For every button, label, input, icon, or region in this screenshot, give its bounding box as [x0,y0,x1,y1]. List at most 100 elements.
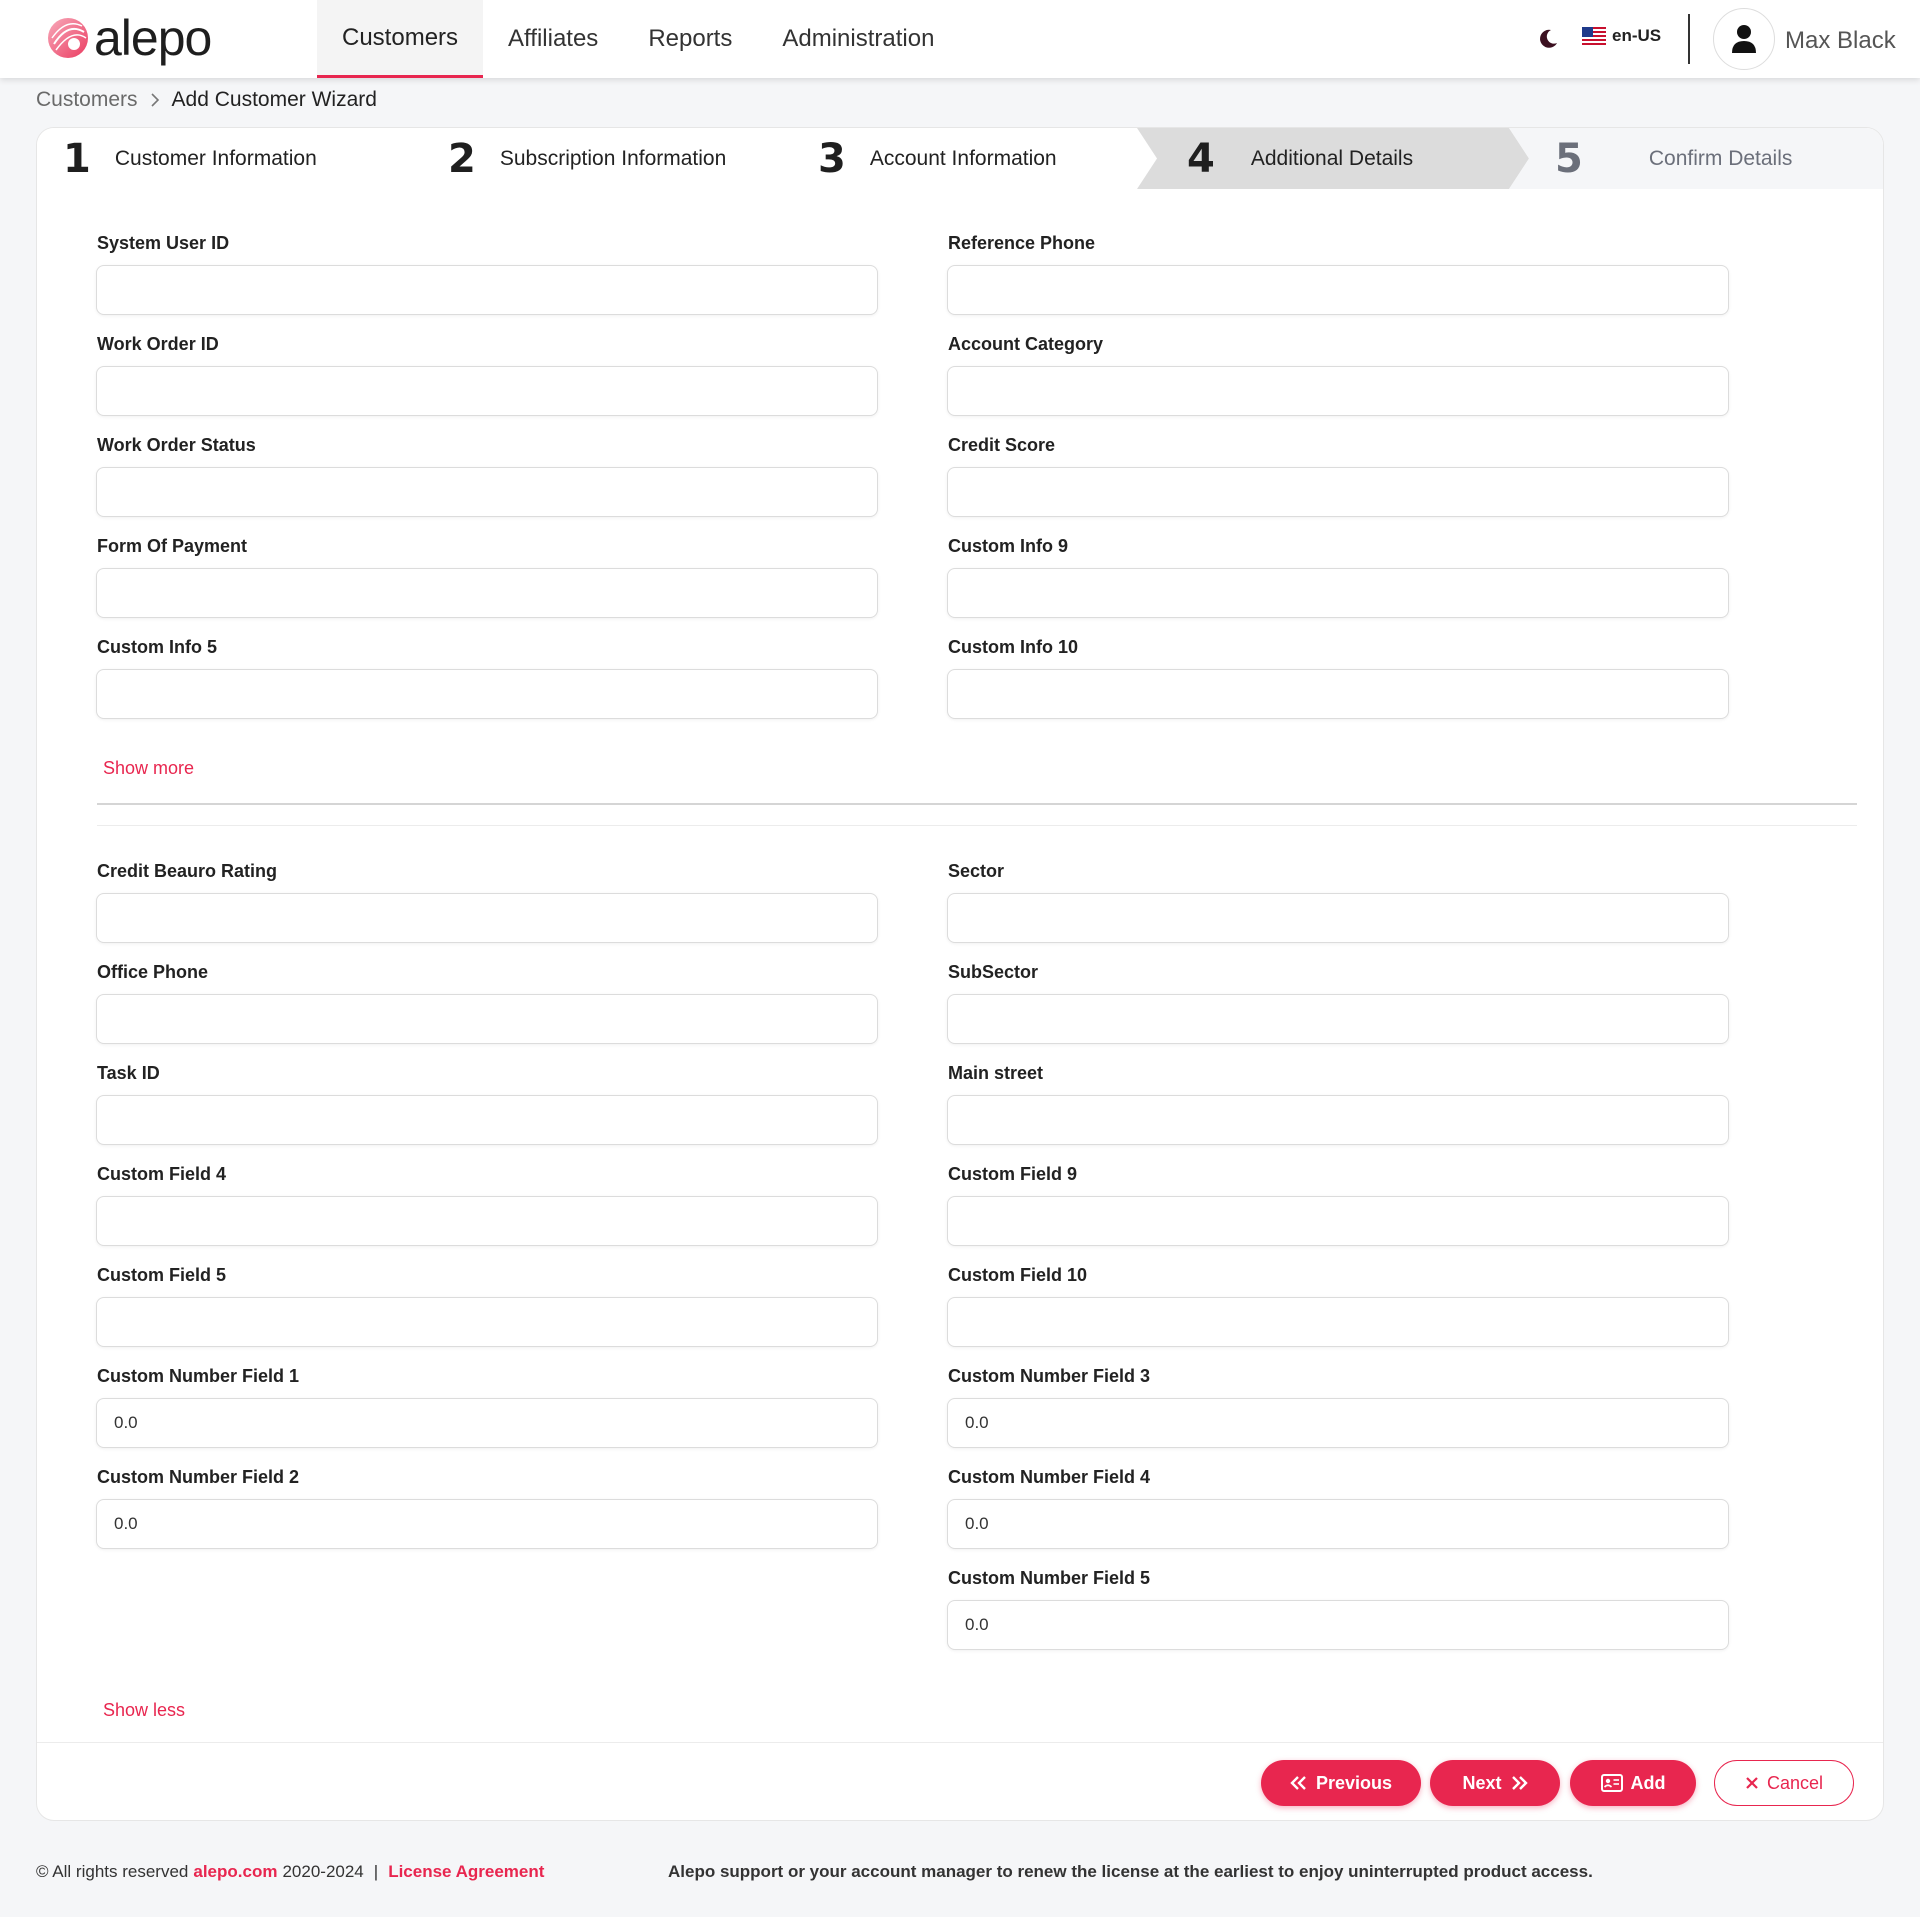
system-user-id-input[interactable] [96,265,878,315]
step-2-number: 2 [448,135,476,182]
form-of-payment-input[interactable] [96,568,878,618]
previous-button-label: Previous [1315,1772,1393,1793]
custom-info-9-input[interactable] [947,568,1729,618]
account-category-label: Account Category [948,334,1104,354]
step-4-number: 4 [1187,135,1215,182]
add-button[interactable]: Add [1570,1760,1696,1806]
double-chevron-right-icon [1511,1776,1528,1790]
custom-number-field-1-label: Custom Number Field 1 [97,1366,300,1386]
step-3-number: 3 [818,135,846,182]
chevron-right-icon [150,93,159,107]
step-1[interactable]: 1 Customer Information [63,128,317,189]
header-divider [1688,14,1690,64]
custom-info-5-label: Custom Info 5 [97,637,217,657]
language-label: en-US [1612,26,1662,45]
wizard-card: 1 Customer Information 2 Subscription In… [36,127,1884,1821]
cancel-button-label: Cancel [1766,1772,1824,1793]
nav-customers[interactable]: Customers [317,0,484,78]
main-street-label: Main street [948,1063,1044,1083]
close-icon [1746,1777,1758,1789]
show-more-link[interactable]: Show more [103,758,194,779]
custom-number-field-3-label: Custom Number Field 3 [948,1366,1151,1386]
show-less-link[interactable]: Show less [103,1700,185,1721]
step-2[interactable]: 2 Subscription Information [448,128,726,189]
cancel-button[interactable]: Cancel [1714,1760,1854,1806]
custom-number-field-2-input[interactable] [96,1499,878,1549]
sector-input[interactable] [947,893,1729,943]
custom-field-4-label: Custom Field 4 [97,1164,227,1184]
office-phone-label: Office Phone [97,962,209,982]
step-1-number: 1 [63,135,91,182]
custom-number-field-3-input[interactable] [947,1398,1729,1448]
custom-field-5-label: Custom Field 5 [97,1265,227,1285]
subsector-input[interactable] [947,994,1729,1044]
user-icon [1732,25,1756,53]
actions-divider [37,1742,1883,1743]
custom-number-field-2-label: Custom Number Field 2 [97,1467,300,1487]
step-4-label: Additional Details [1250,146,1414,170]
reference-phone-input[interactable] [947,265,1729,315]
logo-mark [48,18,88,58]
work-order-id-label: Work Order ID [97,334,219,354]
footer-years: 2020-2024 [282,1862,364,1881]
next-button[interactable]: Next [1430,1760,1560,1806]
section-divider [97,803,1857,805]
reference-phone-label: Reference Phone [948,233,1096,253]
logo-text: alepo [94,10,212,66]
footer-separator: | [373,1862,379,1881]
nav-affiliates[interactable]: Affiliates [483,0,623,78]
step-5[interactable]: 5 Confirm Details [1555,128,1792,189]
credit-beauro-rating-label: Credit Beauro Rating [97,861,278,881]
step-4-current[interactable]: 4 Additional Details [1187,128,1413,189]
custom-number-field-4-label: Custom Number Field 4 [948,1467,1151,1487]
custom-number-field-5-input[interactable] [947,1600,1729,1650]
system-user-id-label: System User ID [97,233,230,253]
breadcrumb-customers[interactable]: Customers [36,88,138,112]
license-agreement-link[interactable]: License Agreement [388,1862,544,1882]
custom-field-4-input[interactable] [96,1196,878,1246]
task-id-input[interactable] [96,1095,878,1145]
footer-site-link[interactable]: alepo.com [193,1862,277,1882]
custom-info-10-input[interactable] [947,669,1729,719]
account-category-input[interactable] [947,366,1729,416]
custom-info-10-label: Custom Info 10 [948,637,1079,657]
step-1-label: Customer Information [114,146,317,170]
credit-score-input[interactable] [947,467,1729,517]
license-message: Alepo support or your account manager to… [668,1862,1593,1881]
task-id-label: Task ID [97,1063,160,1083]
user-name[interactable]: Max Black [1785,27,1896,55]
moon-icon[interactable] [1536,27,1560,51]
custom-field-10-label: Custom Field 10 [948,1265,1088,1285]
custom-field-5-input[interactable] [96,1297,878,1347]
office-phone-input[interactable] [96,994,878,1044]
breadcrumb: Customers Add Customer Wizard [36,88,377,112]
language-selector[interactable]: en-US [1582,26,1661,46]
nav-reports[interactable]: Reports [623,0,757,78]
form-of-payment-label: Form Of Payment [97,536,248,556]
work-order-status-input[interactable] [96,467,878,517]
step-2-label: Subscription Information [499,146,727,170]
work-order-status-label: Work Order Status [97,435,256,455]
custom-number-field-1-input[interactable] [96,1398,878,1448]
step-5-label: Confirm Details [1648,146,1793,170]
work-order-id-input[interactable] [96,366,878,416]
custom-number-field-4-input[interactable] [947,1499,1729,1549]
avatar[interactable] [1713,8,1775,70]
page-footer: © All rights reserved alepo.com 2020-202… [36,1862,544,1882]
alepo-logo[interactable]: alepo [44,10,212,66]
nav-administration[interactable]: Administration [757,0,959,78]
custom-field-9-label: Custom Field 9 [948,1164,1078,1184]
custom-field-10-input[interactable] [947,1297,1729,1347]
section-divider-secondary [97,825,1857,826]
custom-field-9-input[interactable] [947,1196,1729,1246]
previous-button[interactable]: Previous [1261,1760,1421,1806]
us-flag-icon [1582,27,1606,45]
step-3[interactable]: 3 Account Information [818,128,1057,189]
footer-rights: © All rights reserved [36,1862,189,1881]
credit-beauro-rating-input[interactable] [96,893,878,943]
main-street-input[interactable] [947,1095,1729,1145]
custom-info-5-input[interactable] [96,669,878,719]
wizard-stepper: 1 Customer Information 2 Subscription In… [37,128,1883,189]
next-button-label: Next [1462,1772,1502,1793]
main-nav: Customers Affiliates Reports Administrat… [317,0,959,78]
